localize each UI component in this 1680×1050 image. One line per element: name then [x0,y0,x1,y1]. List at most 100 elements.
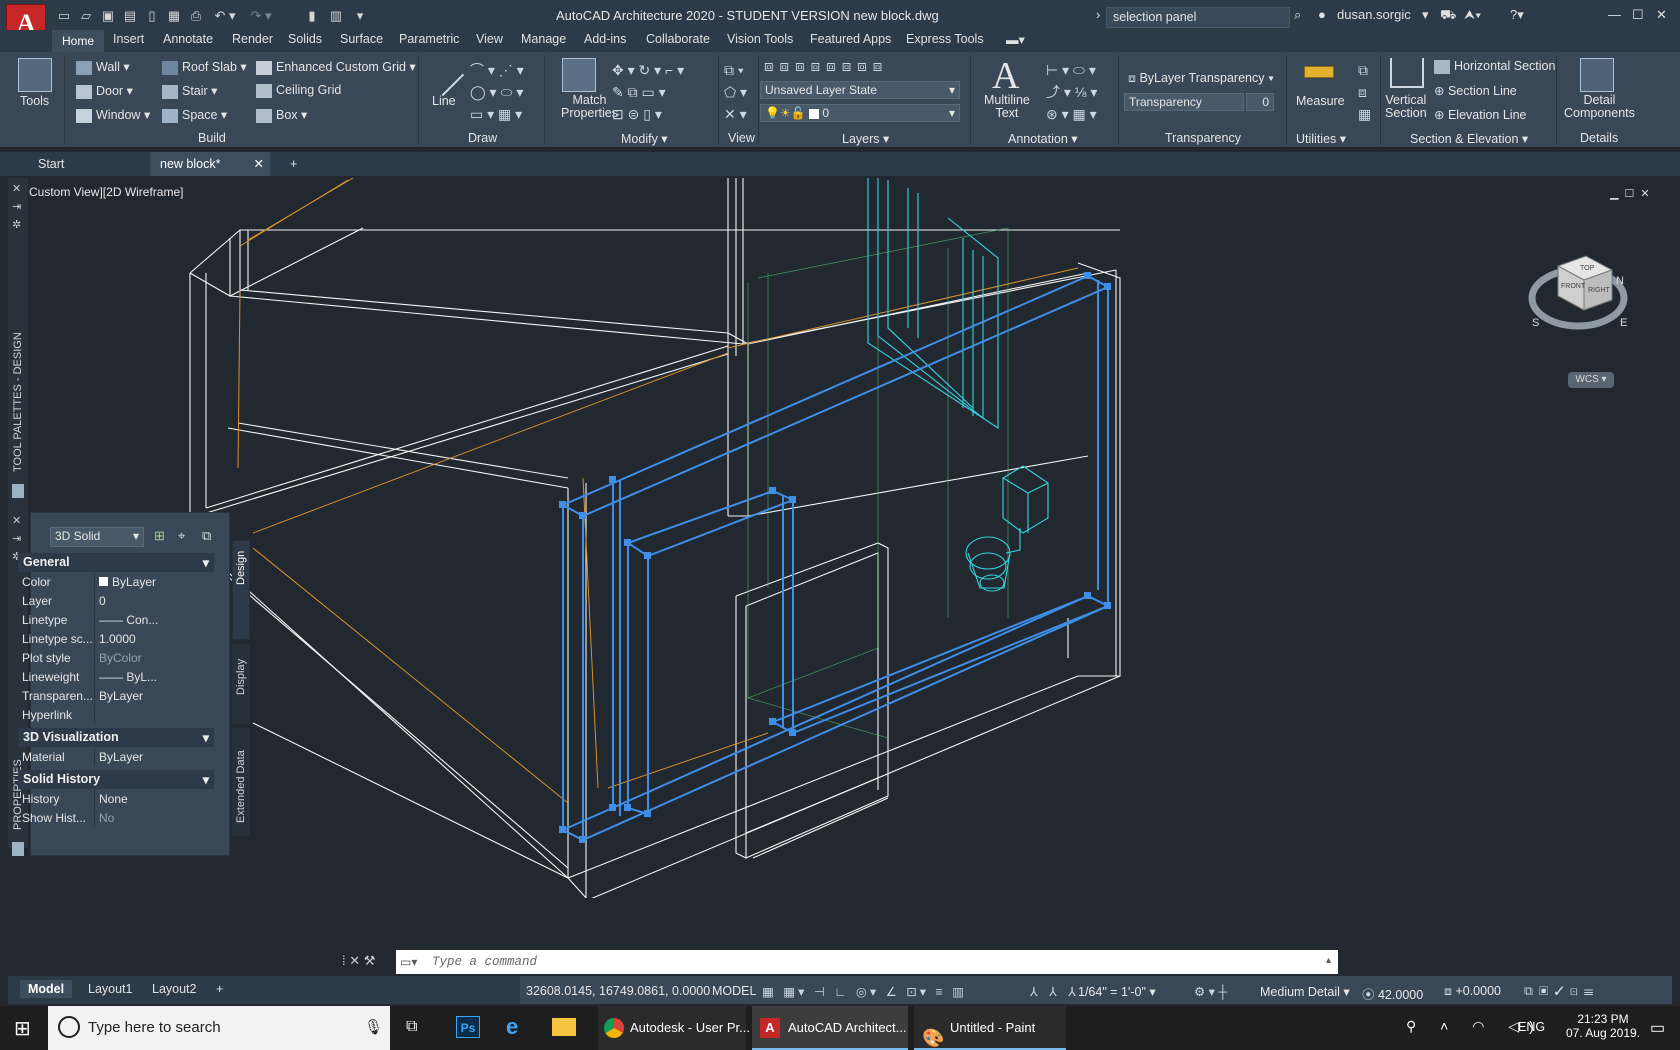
command-line-grip[interactable]: ⁞ ✕ ⚒ [342,953,375,969]
microphone-icon[interactable]: 🎙 [364,1018,383,1036]
match-properties-icon[interactable] [562,58,596,92]
layer-tools-icons[interactable]: ⧈⧈⧈⧈⧈⧈⧈⧈ [764,58,888,75]
tab-vision-tools[interactable]: Vision Tools [727,32,793,46]
taskbar-app-chrome[interactable]: Autodesk - User Pr... [598,1006,750,1050]
bylayer-transparency-dropdown[interactable]: ⧈ ByLayer Transparency ▾ [1128,71,1274,86]
binoculars-icon[interactable]: ⌕ [1294,7,1301,23]
compass-s[interactable]: S [1532,317,1539,329]
taskbar-app-paint[interactable]: 🎨 Untitled - Paint [914,1006,1066,1050]
offset-value[interactable]: ⧈ +0.0000 [1444,984,1501,999]
publish-icon[interactable]: ▯ [144,8,160,24]
file-explorer-icon[interactable] [552,1018,576,1036]
ribbon-options-icon[interactable]: ▬▾ [1006,32,1025,47]
share-icon[interactable]: ▮ [304,8,320,24]
input-language[interactable]: ENG [1518,1020,1545,1034]
username[interactable]: dusan.sorgic [1337,7,1411,22]
tab-manage[interactable]: Manage [521,32,566,46]
tab-express-tools[interactable]: Express Tools [906,32,984,46]
detail-components-button[interactable]: Detail Components [1564,94,1635,120]
view-tools-icons[interactable]: ⧉ ▾ ⬠ ▾ ✕ ▾ [724,59,747,125]
command-line-input[interactable]: Type a command [396,950,1338,974]
tab-annotate[interactable]: Annotate [163,32,213,46]
measure-button[interactable]: Measure [1296,94,1345,108]
new-tab-icon[interactable]: + [280,152,307,176]
save-as-icon[interactable]: ▤ [122,8,138,24]
side-tab-display[interactable]: Display [232,644,250,724]
annotation-tools-icons[interactable]: ⊢ ▾ ⬭ ▾ ⤴ ▾ ⅛ ▾ ⊛ ▾ ▦ ▾ [1046,59,1097,125]
door-button[interactable]: Door ▾ [76,83,133,99]
line-label[interactable]: Line [432,94,456,108]
workspace-icon[interactable]: ▥ [328,8,344,24]
plot-icon[interactable]: ▦ [166,8,182,24]
annotation-toggle-icons[interactable]: ⅄ ⅄ ⅄ [1030,984,1080,999]
vertical-section-icon[interactable] [1390,58,1424,88]
transparency-slider[interactable]: Transparency [1124,93,1244,111]
stair-button[interactable]: Stair ▾ [162,83,217,99]
toggle-pickadd-icon[interactable]: ⊞ [154,528,165,544]
edge-icon[interactable]: e [506,1014,518,1040]
display-detail-dropdown[interactable]: Medium Detail ▾ [1260,984,1350,999]
annotation-panel-title[interactable]: Annotation ▾ [1008,131,1078,146]
prop-plot-style[interactable]: Plot style ByColor [16,649,196,668]
layers-panel-title[interactable]: Layers ▾ [842,131,889,146]
multiline-text-button[interactable]: Multiline Text [984,94,1030,120]
add-layout-icon[interactable]: + [208,980,231,998]
maximize-icon[interactable]: ☐ [1632,7,1644,23]
quick-select-icon[interactable]: ⧉ [202,528,211,544]
notifications-icon[interactable]: ▭ [1650,1018,1665,1038]
close-icon[interactable]: ✕ [1656,7,1667,23]
print-icon[interactable]: ⎙ [188,8,204,24]
prop-transparency[interactable]: Transparen... ByLayer [16,687,196,706]
prop-linetype-scale[interactable]: Linetype sc... 1.0000 [16,630,196,649]
match-properties-button[interactable]: Match Properties [561,94,618,120]
general-section-header[interactable]: General ▾ [18,553,214,572]
ceiling-grid-button[interactable]: Ceiling Grid [256,83,341,98]
prop-lineweight[interactable]: Lineweight —— ByL... [16,668,196,687]
solid-history-section-header[interactable]: Solid History ▾ [18,770,214,789]
photoshop-icon[interactable]: Ps [456,1016,480,1038]
undo-icon[interactable]: ↶ ▾ [210,8,240,24]
taskbar-clock[interactable]: 21:23 PM 07. Aug 2019. [1562,1012,1644,1040]
redo-icon[interactable]: ↷ ▾ [246,8,276,24]
build-panel-title[interactable]: Build [198,131,226,145]
prop-history[interactable]: History None [16,790,196,809]
tab-layout1[interactable]: Layout1 [80,980,140,998]
box-button[interactable]: Box ▾ [256,107,307,123]
horizontal-section-button[interactable]: Horizontal Section [1434,59,1555,74]
compass-n[interactable]: N [1616,275,1624,287]
draw-tools-icons[interactable]: ⌒ ▾ ⋰ ▾ ◯ ▾ ⬭ ▾ ▭ ▾ ▦ ▾ [470,59,524,125]
search-expand-icon[interactable]: › [1096,7,1100,22]
tab-featured-apps[interactable]: Featured Apps [810,32,891,46]
windows-start-icon[interactable]: ⊞ [14,1016,31,1041]
tab-parametric[interactable]: Parametric [399,32,459,46]
grip-points[interactable] [559,272,1111,843]
select-objects-icon[interactable]: ⌖ [178,528,185,544]
layer-state-dropdown[interactable]: Unsaved Layer State ▾ [760,81,960,99]
tab-start[interactable]: Start [28,152,150,176]
tools-label[interactable]: Tools [20,94,49,108]
qat-dropdown-icon[interactable]: ▾ [352,8,368,24]
tab-view[interactable]: View [476,32,503,46]
tools-icon[interactable] [18,58,52,92]
section-line-button[interactable]: ⊕ Section Line [1434,83,1517,98]
command-history-icon[interactable]: ▭▾ [400,955,417,969]
prop-color[interactable]: Color ByLayer [16,573,196,592]
current-layer-dropdown[interactable]: 💡☀🔓 0 ▾ [760,104,960,122]
minimize-icon[interactable]: — [1608,7,1621,22]
modify-tools-icons[interactable]: ✥ ▾ ↻ ▾ ⌐ ▾ ✎ ⧉ ▭ ▾ ⊡ ⊜ ▯ ▾ [612,59,684,125]
section-elevation-panel-title[interactable]: Section & Elevation ▾ [1410,131,1528,146]
utilities-tools-icons[interactable]: ⧉ ⧈ ▦ [1358,59,1371,125]
3d-visualization-section-header[interactable]: 3D Visualization ▾ [18,728,214,747]
side-tab-design[interactable]: Design [232,540,250,640]
tab-home[interactable]: Home [52,30,104,52]
save-icon[interactable]: ▣ [100,8,116,24]
tab-insert[interactable]: Insert [113,32,144,46]
3d-model-wireframe[interactable] [8,178,1672,898]
prop-layer[interactable]: Layer 0 [16,592,196,611]
tab-new-block[interactable]: new block* ✕ [150,152,270,176]
transparency-value-input[interactable]: 0 [1246,93,1274,111]
help-icon[interactable]: ?▾ [1510,7,1524,23]
tab-render[interactable]: Render [232,32,273,46]
modify-panel-title[interactable]: Modify ▾ [621,131,668,146]
tab-layout2[interactable]: Layout2 [144,980,204,998]
